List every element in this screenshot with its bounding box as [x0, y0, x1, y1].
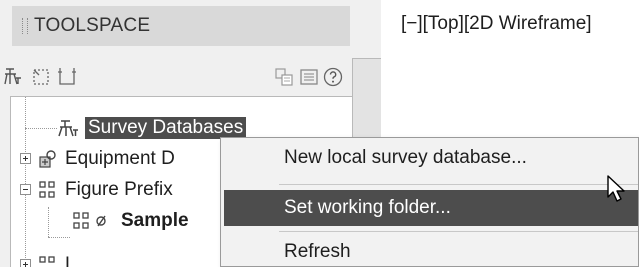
mouse-pointer-icon — [607, 175, 625, 202]
toolspace-header[interactable]: TOOLSPACE — [12, 6, 350, 46]
tree-item-equipment[interactable]: Equipment D — [37, 144, 175, 174]
tree-item-label: Sample — [121, 210, 189, 231]
linework-icon — [37, 254, 59, 267]
menu-separator — [279, 184, 638, 185]
survey-databases-icon — [57, 117, 79, 139]
tree-connector — [48, 207, 49, 237]
tree-item-figure-prefix[interactable]: Figure Prefix — [37, 175, 173, 205]
tree-item-label: Survey Databases — [85, 117, 247, 139]
copy-icon[interactable] — [273, 66, 295, 88]
tree-item-label: Figure Prefix — [65, 179, 173, 200]
expand-equipment-icon[interactable] — [20, 153, 31, 164]
menu-item-label: Refresh — [284, 241, 351, 262]
sample-figure-prefix-icon — [71, 210, 115, 232]
menu-item-label: New local survey database... — [284, 147, 527, 168]
tree-connector — [25, 97, 26, 267]
figure-prefix-icon — [37, 179, 59, 201]
survey-tree-icon[interactable] — [2, 66, 24, 88]
toolspace-title: TOOLSPACE — [34, 15, 151, 36]
select-frame-icon[interactable] — [30, 66, 52, 88]
tree-item-sample[interactable]: Sample — [71, 206, 189, 236]
collapse-figure-prefix-icon[interactable] — [20, 184, 31, 195]
viewport-controls-label[interactable]: [−][Top][2D Wireframe] — [401, 13, 592, 35]
drag-grip-icon[interactable] — [22, 18, 28, 34]
menu-item-refresh[interactable]: Refresh — [224, 234, 638, 267]
help-icon[interactable] — [322, 66, 344, 88]
tree-item-linework[interactable]: L — [37, 250, 76, 267]
menu-item-new-local-survey-database[interactable]: New local survey database... — [224, 140, 638, 176]
list-view-icon[interactable] — [298, 66, 320, 88]
expand-linework-icon[interactable] — [20, 259, 31, 267]
prospector-frame-icon[interactable] — [56, 66, 78, 88]
tree-item-label: Equipment D — [65, 148, 175, 169]
tree-item-survey-databases[interactable]: Survey Databases — [57, 113, 247, 143]
toolspace-toolbar — [0, 62, 352, 92]
tree-connector — [25, 128, 57, 129]
tree-item-label: L — [65, 254, 76, 267]
menu-separator — [279, 231, 638, 232]
equipment-database-icon — [37, 148, 59, 170]
menu-item-set-working-folder[interactable]: Set working folder... — [224, 190, 638, 226]
tree-connector — [48, 237, 70, 238]
menu-item-label: Set working folder... — [284, 197, 451, 218]
context-menu: New local survey database... Set working… — [220, 137, 639, 267]
